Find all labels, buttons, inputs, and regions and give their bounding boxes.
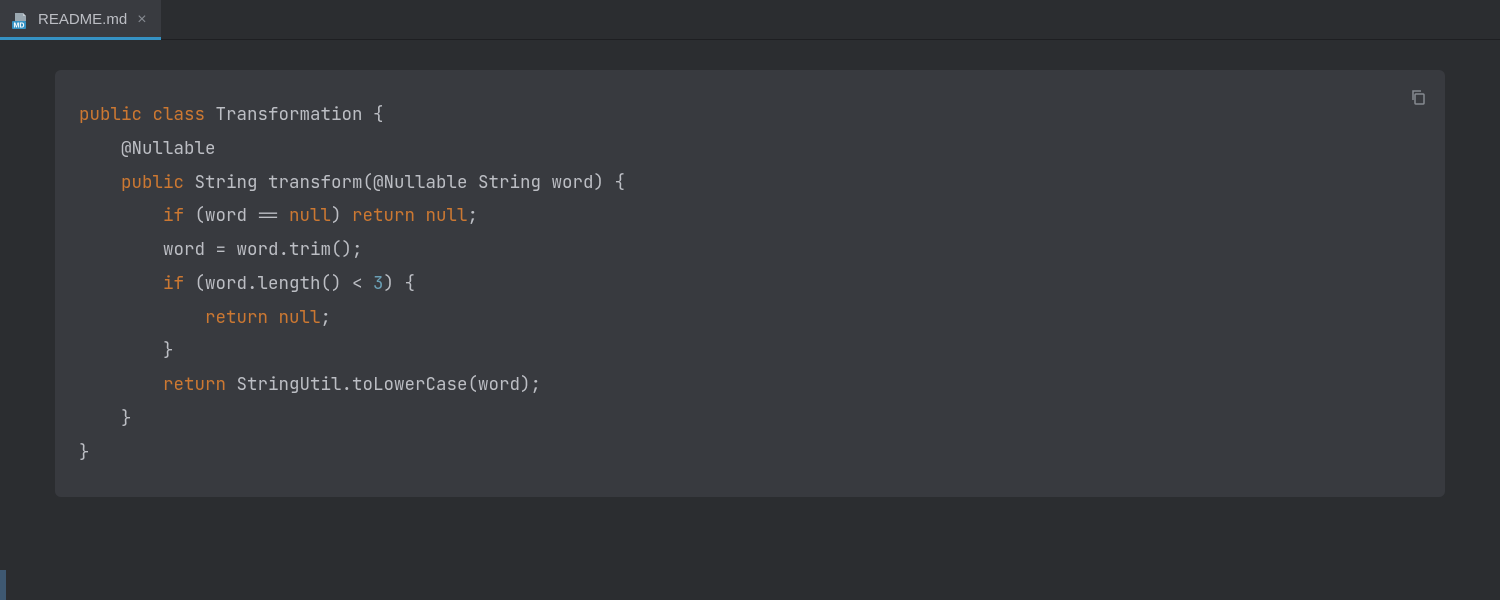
- code-line: word = word.trim();: [79, 233, 1421, 267]
- code-line: if (word.length() < 3) {: [79, 267, 1421, 301]
- copy-icon[interactable]: [1409, 84, 1431, 106]
- tab-readme[interactable]: MD README.md ×: [0, 0, 161, 39]
- code-block[interactable]: public class Transformation { @Nullable …: [55, 70, 1445, 497]
- tab-bar: MD README.md ×: [0, 0, 1500, 40]
- editor-area: public class Transformation { @Nullable …: [0, 40, 1500, 600]
- code-line: return StringUtil.toLowerCase(word);: [79, 368, 1421, 402]
- code-line: return null;: [79, 301, 1421, 335]
- tab-filename: README.md: [38, 11, 127, 28]
- code-line: }: [79, 334, 1421, 368]
- markdown-file-icon: MD: [12, 11, 30, 29]
- editor-gutter: [0, 0, 6, 600]
- code-line: @Nullable: [79, 132, 1421, 166]
- code-line: if (word == null) return null;: [79, 199, 1421, 233]
- code-line: public class Transformation {: [79, 98, 1421, 132]
- code-line: }: [79, 436, 1421, 470]
- svg-text:MD: MD: [14, 22, 25, 29]
- code-line: }: [79, 402, 1421, 436]
- code-line: public String transform(@Nullable String…: [79, 166, 1421, 200]
- close-icon[interactable]: ×: [135, 12, 148, 28]
- gutter-indicator: [0, 570, 6, 600]
